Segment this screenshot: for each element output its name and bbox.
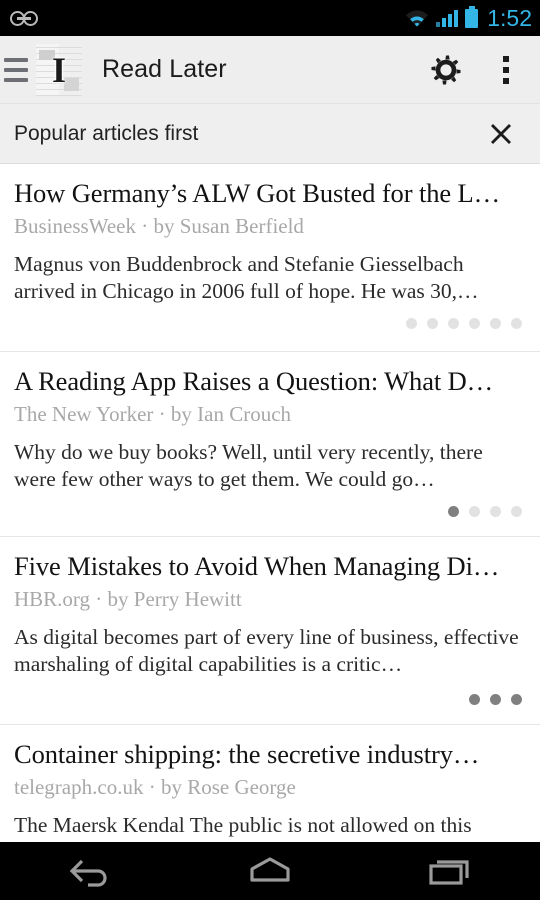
article-title: Five Mistakes to Avoid When Managing Di… (14, 551, 500, 581)
status-bar-left (10, 10, 405, 26)
list-item[interactable]: How Germany’s ALW Got Busted for the L… … (0, 164, 540, 352)
article-length-indicator (14, 306, 526, 339)
recents-button[interactable] (390, 842, 510, 900)
android-nav-bar (0, 842, 540, 900)
list-item[interactable]: Five Mistakes to Avoid When Managing Di…… (0, 537, 540, 725)
article-list: How Germany’s ALW Got Busted for the L… … (0, 164, 540, 845)
gear-icon[interactable] (416, 36, 476, 104)
hamburger-menu-icon[interactable] (2, 57, 30, 82)
article-title: A Reading App Raises a Question: What D… (14, 366, 494, 396)
article-meta: The New Yorker · by Ian Crouch (14, 401, 292, 426)
voicemail-icon (10, 10, 40, 26)
battery-icon (465, 5, 479, 28)
article-length-indicator (14, 494, 526, 527)
sort-banner: Popular articles first (0, 104, 540, 164)
article-excerpt: As digital becomes part of every line of… (14, 624, 519, 677)
overflow-menu-icon[interactable] (476, 36, 536, 104)
article-length-indicator (14, 682, 526, 715)
status-bar: 1:52 (0, 0, 540, 36)
article-title: Container shipping: the secretive indust… (14, 739, 480, 769)
app-icon-letter: I (51, 49, 66, 90)
app-screen: 1:52 I Read Later Popular articles first… (0, 0, 540, 900)
instapaper-app-icon[interactable]: I (36, 43, 82, 96)
toolbar-actions (416, 36, 540, 104)
home-button[interactable] (210, 842, 330, 900)
article-title: How Germany’s ALW Got Busted for the L… (14, 178, 501, 208)
close-icon[interactable] (484, 117, 518, 151)
app-toolbar: I Read Later (0, 36, 540, 104)
article-excerpt: Why do we buy books? Well, until very re… (14, 439, 483, 492)
list-item[interactable]: Container shipping: the secretive indust… (0, 725, 540, 845)
article-meta: BusinessWeek · by Susan Berfield (14, 213, 304, 238)
wifi-icon (405, 9, 429, 27)
article-excerpt: Magnus von Buddenbrock and Stefanie Gies… (14, 251, 479, 304)
page-title: Read Later (102, 55, 227, 83)
article-meta: HBR.org · by Perry Hewitt (14, 586, 242, 611)
status-bar-right: 1:52 (405, 4, 532, 31)
article-excerpt: The Maersk Kendal The public is not allo… (14, 812, 472, 837)
back-button[interactable] (30, 842, 150, 900)
status-bar-clock: 1:52 (487, 4, 532, 31)
list-item[interactable]: A Reading App Raises a Question: What D…… (0, 352, 540, 537)
sort-banner-label: Popular articles first (14, 121, 199, 145)
cellular-signal-icon (436, 9, 459, 27)
article-meta: telegraph.co.uk · by Rose George (14, 774, 296, 799)
